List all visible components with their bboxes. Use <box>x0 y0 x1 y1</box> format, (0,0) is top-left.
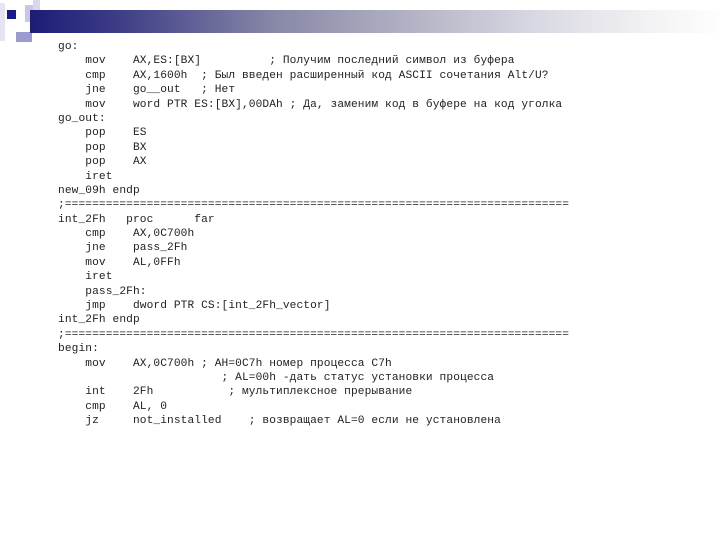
code-line: jne go__out ; Нет <box>58 84 236 97</box>
code-line: int_2Fh endp <box>58 314 140 327</box>
code-line: begin: <box>58 343 99 356</box>
code-line: cmp AX,0C700h <box>58 228 195 241</box>
code-line: iret <box>58 271 113 284</box>
code-line: jz not_installed ; возвращает AL=0 если … <box>58 415 501 428</box>
code-line: int_2Fh proc far <box>58 213 215 226</box>
separator-line: ;=======================================… <box>58 199 570 212</box>
code-line: jne pass_2Fh <box>58 242 188 255</box>
decorative-square-mid <box>16 32 32 42</box>
code-listing: go: mov AX,ES:[BX] ; Получим последний с… <box>58 40 569 429</box>
separator-line: ;=======================================… <box>58 328 570 341</box>
code-line: iret <box>58 170 113 183</box>
code-line: pop BX <box>58 141 147 154</box>
title-gradient-bar <box>30 10 720 33</box>
code-line: mov AX,0C700h ; AH=0C7h номер процесса C… <box>58 357 392 370</box>
code-line: go_out: <box>58 112 106 125</box>
code-line: mov AL,0FFh <box>58 256 181 269</box>
code-line: new_09h endp <box>58 184 140 197</box>
code-line: mov word PTR ES:[BX],00DAh ; Да, заменим… <box>58 98 563 111</box>
code-line: ; AL=00h -дать статус установки процесса <box>58 371 495 384</box>
code-line: mov AX,ES:[BX] ; Получим последний симво… <box>58 55 515 68</box>
code-line: int 2Fh ; мультиплексное прерывание <box>58 386 413 399</box>
code-line: pass_2Fh: <box>58 285 147 298</box>
code-line: jmp dword PTR CS:[int_2Fh_vector] <box>58 300 331 313</box>
decorative-square-dark <box>7 10 16 19</box>
code-line: cmp AX,1600h ; Был введен расширенный ко… <box>58 69 549 82</box>
code-line: go: <box>58 41 79 53</box>
code-line: pop ES <box>58 127 147 140</box>
code-line: pop AX <box>58 156 147 169</box>
decorative-stripe <box>0 3 5 41</box>
code-line: cmp AL, 0 <box>58 400 168 413</box>
